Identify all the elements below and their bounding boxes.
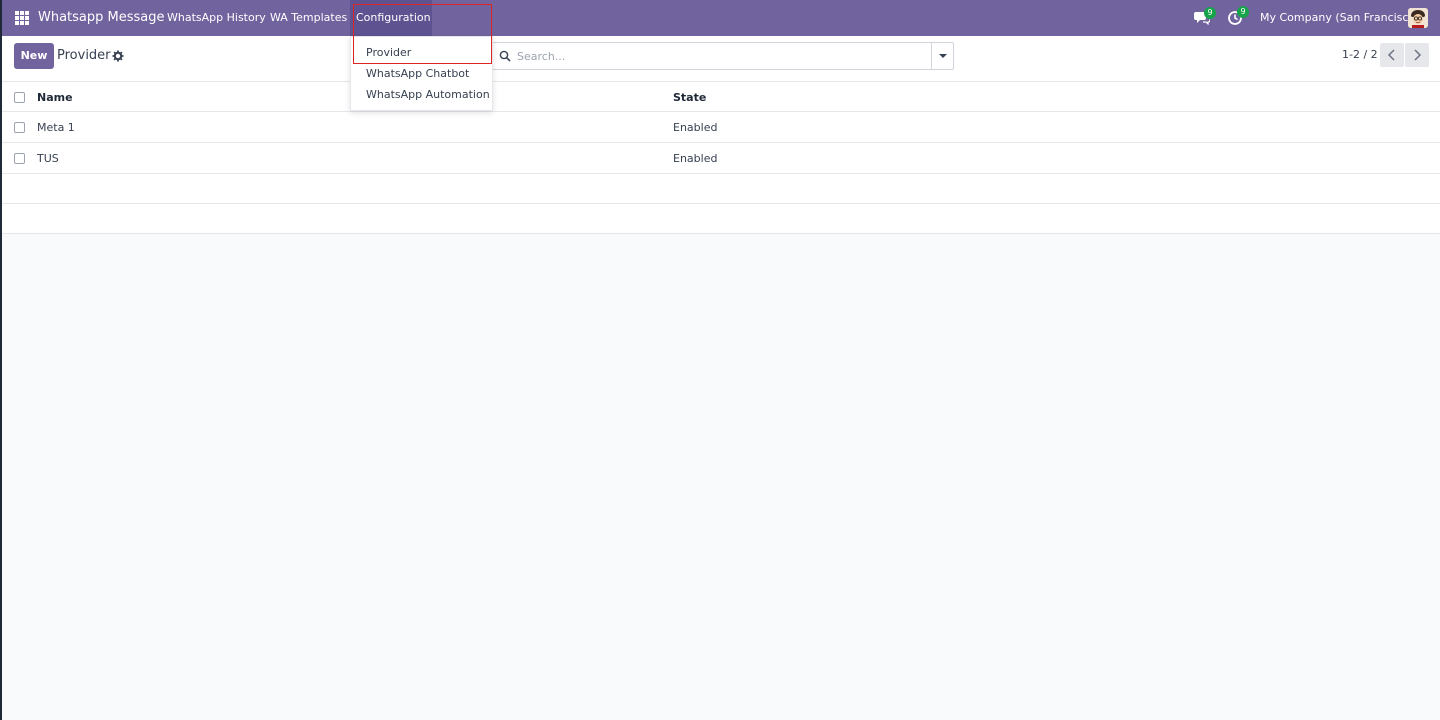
search-icon bbox=[499, 50, 511, 62]
cell-state: Enabled bbox=[673, 152, 718, 165]
menu-whatsapp-history[interactable]: WhatsApp History bbox=[167, 11, 266, 24]
table-row[interactable]: Meta 1 Enabled bbox=[2, 112, 1440, 143]
row-checkbox[interactable] bbox=[14, 153, 25, 164]
top-navbar: Whatsapp Message WhatsApp History WA Tem… bbox=[2, 0, 1440, 36]
control-panel: New Provider 1-2 / 2 bbox=[2, 36, 1440, 82]
search-input[interactable] bbox=[517, 44, 929, 68]
search-bar bbox=[492, 42, 954, 70]
activities-badge: 9 bbox=[1237, 6, 1249, 18]
select-all-checkbox[interactable] bbox=[14, 92, 25, 103]
pager-value[interactable]: 1-2 / 2 bbox=[1342, 48, 1378, 61]
row-checkbox[interactable] bbox=[14, 122, 25, 133]
highlight-annotation bbox=[353, 4, 492, 64]
pager-previous-button[interactable] bbox=[1380, 43, 1404, 67]
menu-wa-templates[interactable]: WA Templates bbox=[270, 11, 347, 24]
messages-systray[interactable]: 9 bbox=[1194, 7, 1216, 26]
chevron-right-icon bbox=[1414, 49, 1422, 61]
activities-systray[interactable]: 9 bbox=[1227, 6, 1249, 26]
company-switcher[interactable]: My Company (San Francisco) bbox=[1260, 11, 1419, 24]
cell-name: TUS bbox=[37, 152, 59, 165]
empty-row bbox=[2, 174, 1440, 204]
user-avatar[interactable] bbox=[1408, 8, 1428, 28]
app-title[interactable]: Whatsapp Message bbox=[38, 10, 165, 25]
page-title: Provider bbox=[57, 48, 111, 63]
cell-state: Enabled bbox=[673, 121, 718, 134]
table-row[interactable]: TUS Enabled bbox=[2, 143, 1440, 174]
chevron-left-icon bbox=[1387, 49, 1395, 61]
search-options-toggle[interactable] bbox=[931, 43, 953, 69]
list-view: Name State Meta 1 Enabled TUS Enabled bbox=[2, 82, 1440, 720]
new-button[interactable]: New bbox=[14, 43, 54, 69]
cell-name: Meta 1 bbox=[37, 121, 75, 134]
dropdown-item-whatsapp-automation[interactable]: WhatsApp Automation bbox=[366, 88, 490, 101]
pager-next-button[interactable] bbox=[1405, 43, 1429, 67]
empty-row bbox=[2, 204, 1440, 234]
column-header-state[interactable]: State bbox=[673, 91, 706, 104]
caret-down-icon bbox=[939, 54, 947, 58]
column-header-name[interactable]: Name bbox=[37, 91, 73, 104]
apps-grid-icon[interactable] bbox=[15, 11, 29, 25]
dropdown-item-whatsapp-chatbot[interactable]: WhatsApp Chatbot bbox=[366, 67, 469, 80]
messages-badge: 9 bbox=[1204, 7, 1216, 19]
list-header: Name State bbox=[2, 82, 1440, 112]
gear-icon[interactable] bbox=[112, 50, 124, 62]
